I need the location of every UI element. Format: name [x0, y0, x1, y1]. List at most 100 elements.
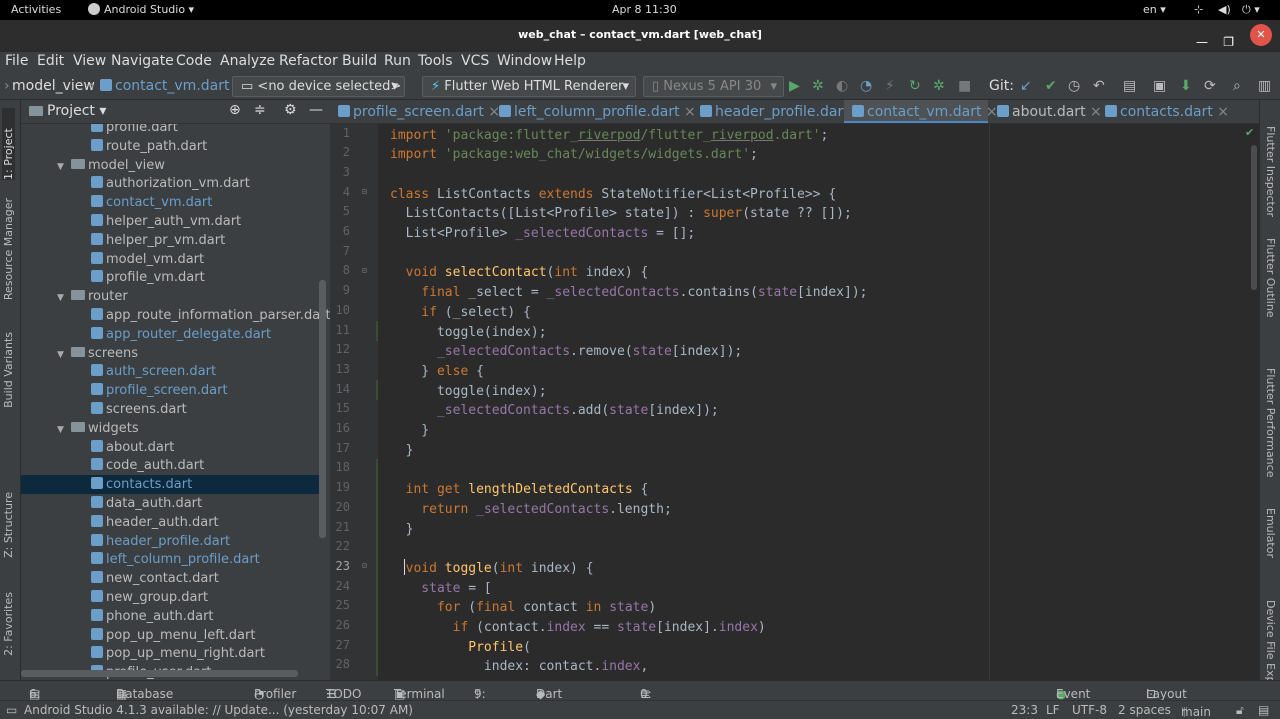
sync-icon[interactable]: ⟳ — [1204, 78, 1216, 94]
code-line[interactable]: } else { — [390, 362, 484, 381]
debug-icon[interactable]: ✲ — [812, 78, 824, 94]
menu-window[interactable]: Window — [497, 53, 552, 69]
git-rollback-icon[interactable]: ↶ — [1093, 78, 1105, 94]
editor-tab[interactable]: contacts.dart × — [1097, 100, 1257, 123]
tree-file[interactable]: profile_vm.dart — [21, 268, 321, 287]
file-encoding[interactable]: UTF-8 — [1072, 703, 1107, 717]
code-line[interactable]: import 'package:flutter_riverpod/flutter… — [390, 126, 828, 145]
config-selector[interactable]: ⚡ Flutter Web HTML Renderer ▾ — [422, 76, 636, 97]
power-icon[interactable]: ⏻ ▾ — [1242, 3, 1260, 17]
code-line[interactable]: } — [390, 441, 414, 460]
tree-file[interactable]: profile_screen.dart — [21, 381, 321, 400]
close-icon[interactable]: ✕ — [1250, 24, 1272, 46]
memory-indicator-icon[interactable]: ▤ — [1258, 703, 1269, 717]
tab-close-icon[interactable]: × — [1213, 104, 1229, 120]
editor-tab[interactable]: about.dart × — [989, 100, 1102, 123]
menu-refactor[interactable]: Refactor — [279, 53, 338, 69]
code-line[interactable]: toggle(index); — [390, 382, 547, 401]
code-line[interactable]: void selectContact(int index) { — [390, 263, 649, 282]
menu-edit[interactable]: Edit — [37, 53, 64, 69]
coverage-icon[interactable]: ◐ — [836, 78, 848, 94]
menu-navigate[interactable]: Navigate — [111, 53, 174, 69]
breadcrumb-model-view[interactable]: model_view — [12, 78, 95, 94]
code-line[interactable]: int get lengthDeletedContacts { — [390, 480, 649, 499]
activities-button[interactable]: Activities — [11, 3, 61, 16]
editor-tab[interactable]: contact_vm.dart × — [844, 100, 998, 123]
profile-icon[interactable]: ◔ — [860, 78, 872, 94]
git-history-icon[interactable]: ◷ — [1068, 78, 1080, 94]
code-line[interactable]: List<Profile> _selectedContacts = []; — [390, 224, 696, 243]
breadcrumb-file[interactable]: contact_vm.dart — [100, 78, 229, 94]
clock[interactable]: Apr 8 11:30 — [612, 3, 677, 16]
line-separator[interactable]: LF — [1046, 703, 1060, 717]
menu-view[interactable]: View — [73, 53, 106, 69]
project-tree-scrollbar[interactable] — [319, 280, 326, 538]
code-line[interactable]: _selectedContacts.add(state[index]); — [390, 401, 719, 420]
code-line[interactable]: import 'package:web_chat/widgets/widgets… — [390, 145, 758, 164]
tree-file[interactable]: route_path.dart — [21, 137, 321, 156]
emulator-selector[interactable]: ▯ Nexus 5 API 30 ▾ — [643, 76, 784, 97]
editor-tab[interactable]: header_profile.dart × — [692, 100, 865, 123]
network-icon[interactable]: ⊹ — [1194, 3, 1203, 16]
inspection-ok-icon[interactable]: ✔ — [1245, 126, 1254, 139]
attach-debugger-icon[interactable]: ✲ — [933, 78, 945, 94]
tree-file[interactable]: helper_pr_vm.dart — [21, 231, 321, 250]
code-line[interactable]: if (_select) { — [390, 303, 531, 322]
tree-file[interactable]: header_auth.dart — [21, 513, 321, 532]
collapse-all-icon[interactable]: ≑ — [254, 102, 266, 118]
tree-file[interactable]: code_auth.dart — [21, 456, 321, 475]
code-line[interactable]: final _select = _selectedContacts.contai… — [390, 283, 867, 302]
tree-file[interactable]: app_route_information_parser.dart — [21, 306, 330, 325]
tree-file[interactable]: phone_auth.dart — [21, 607, 321, 626]
code-line[interactable]: } — [390, 520, 414, 539]
code-line[interactable]: class ListContacts extends StateNotifier… — [390, 185, 836, 204]
tree-file[interactable]: data_auth.dart — [21, 494, 321, 513]
volume-icon[interactable]: ◀) — [1218, 3, 1231, 16]
tool-tab-emulator[interactable]: Emulator — [1264, 508, 1277, 558]
menu-file[interactable]: File — [5, 53, 28, 69]
avd-manager-icon[interactable]: ▣ — [1153, 78, 1166, 94]
code-line[interactable]: index: contact.index, — [390, 657, 648, 676]
sidebar-toggle-icon[interactable]: ▥ — [1258, 78, 1271, 94]
tool-tab-structure[interactable]: Z: Structure — [2, 492, 15, 558]
caret-position[interactable]: 23:3 — [1011, 703, 1038, 717]
sdk-manager-icon[interactable]: ⬇ — [1180, 78, 1192, 94]
hot-reload-icon[interactable]: ⚡ — [885, 78, 895, 94]
tree-file[interactable]: model_vm.dart — [21, 250, 321, 269]
tree-file[interactable]: helper_auth_vm.dart — [21, 212, 321, 231]
code-line[interactable]: _selectedContacts.remove(state[index]); — [390, 342, 742, 361]
menu-run[interactable]: Run — [384, 53, 411, 69]
tree-folder[interactable]: ▼ screens — [21, 344, 321, 363]
tree-file[interactable]: new_group.dart — [21, 588, 321, 607]
project-view-selector[interactable]: Project ▾ — [47, 103, 106, 119]
tree-file[interactable]: contact_vm.dart — [21, 193, 321, 212]
tree-folder[interactable]: ▼ widgets — [21, 419, 321, 438]
run-icon[interactable]: ▶ — [789, 78, 800, 94]
editor-tab[interactable]: profile_screen.dart × — [330, 100, 500, 123]
lock-icon[interactable]: 🔓︎ — [1236, 703, 1244, 718]
tree-file[interactable]: app_router_delegate.dart — [21, 325, 321, 344]
tree-folder[interactable]: ▼ model_view — [21, 156, 321, 175]
tree-file[interactable]: about.dart — [21, 438, 321, 457]
code-line[interactable]: } — [390, 421, 429, 440]
hide-panel-icon[interactable]: — — [309, 102, 323, 118]
menu-analyze[interactable]: Analyze — [220, 53, 275, 69]
menu-help[interactable]: Help — [554, 53, 586, 69]
tree-file[interactable]: profile.dart — [21, 124, 321, 137]
project-structure-icon[interactable]: ▤ — [1123, 78, 1136, 94]
hot-restart-icon[interactable]: ↻ — [909, 78, 921, 94]
code-line[interactable]: for (final contact in state) — [390, 598, 656, 617]
app-menu[interactable]: Android Studio ▾ — [88, 3, 194, 16]
code-line[interactable]: toggle(index); — [390, 323, 547, 342]
code-line[interactable]: Profile( — [390, 638, 531, 657]
fold-icon[interactable]: ⊟ — [362, 266, 367, 275]
git-commit-icon[interactable]: ✔ — [1045, 78, 1057, 94]
tree-file[interactable]: auth_screen.dart — [21, 362, 321, 381]
tool-tab-flutter-outline[interactable]: Flutter Outline — [1264, 238, 1277, 318]
tree-file[interactable]: pop_up_menu_left.dart — [21, 626, 321, 645]
code-line[interactable]: return _selectedContacts.length; — [390, 500, 671, 519]
tool-tab-flutter-inspector[interactable]: Flutter Inspector — [1264, 126, 1277, 217]
code-line[interactable]: ListContacts([List<Profile> state]) : su… — [390, 204, 852, 223]
tool-tab-build-variants[interactable]: Build Variants — [2, 332, 15, 408]
indent-setting[interactable]: 2 spaces — [1118, 703, 1171, 717]
